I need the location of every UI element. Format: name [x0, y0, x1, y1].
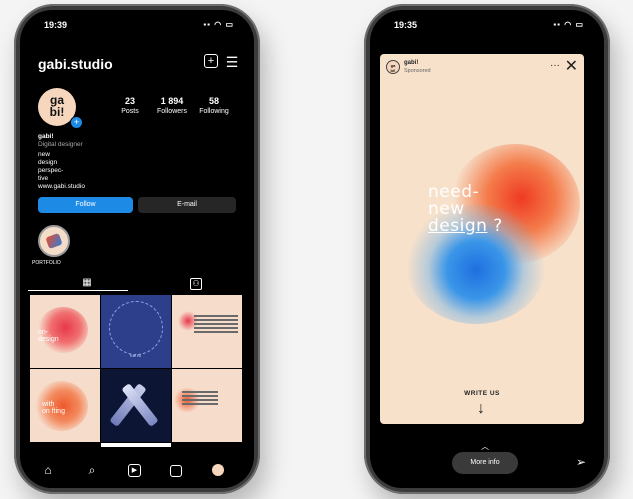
stat-posts-label: Posts — [121, 108, 139, 115]
dynamic-island — [457, 18, 517, 34]
bio-line: tive — [38, 175, 49, 182]
left-screen: 19:39 ▪▪ ◠ ▭ gabi.studio + ☰ ga bi! + 23… — [20, 10, 254, 488]
stat-posts-value: 23 — [124, 96, 135, 106]
post-tile[interactable] — [172, 369, 242, 442]
home-icon[interactable]: ⌂ — [40, 462, 56, 478]
post-tile[interactable] — [101, 369, 171, 442]
avatar-text: ga bi! — [49, 93, 65, 119]
arrow-down-icon: ↓ — [477, 400, 485, 417]
active-tab-indicator — [28, 290, 128, 291]
post-text-lines — [194, 315, 238, 317]
post-tile[interactable]: Træ Bl — [101, 295, 171, 368]
send-icon[interactable]: ➢ — [576, 455, 586, 469]
bottom-nav: ⌂ ⌕ ▶ — [20, 452, 254, 488]
more-info-button[interactable]: More info — [452, 452, 518, 474]
profile-header: gabi.studio + ☰ — [20, 50, 254, 78]
stat-following[interactable]: 58 Following — [192, 96, 236, 115]
post-tile[interactable] — [101, 443, 171, 447]
status-time: 19:35 — [394, 20, 418, 30]
highlight-label: PORTFOLIO — [32, 260, 61, 266]
grid-tab-icon[interactable]: ▦ — [80, 276, 94, 290]
headline-suffix: ? — [487, 216, 503, 236]
post-tile[interactable]: on- design — [30, 295, 100, 368]
bio-line: perspec- — [38, 167, 64, 174]
post-tile[interactable]: with on fting — [30, 369, 100, 442]
signal-icons: ▪▪ ◠ ▭ — [203, 20, 234, 29]
ad-headline: need- new design ? — [428, 184, 503, 235]
more-options-icon[interactable]: ··· — [550, 60, 560, 71]
post-tile-text: Træ Bl — [129, 353, 141, 358]
bio-name: gabi! — [38, 133, 54, 140]
profile-icon[interactable] — [212, 464, 224, 476]
bio-role: Digital designer — [38, 141, 83, 148]
close-icon[interactable]: ✕ — [565, 56, 578, 76]
highlight-portfolio[interactable] — [38, 225, 70, 257]
search-icon[interactable]: ⌕ — [84, 462, 100, 478]
post-tile-text: on- design — [38, 329, 59, 343]
post-blob — [178, 311, 198, 331]
shop-icon[interactable] — [170, 465, 182, 477]
post-tile-text: with on fting — [42, 401, 65, 415]
ad-avatar[interactable]: ga bi! — [386, 60, 400, 74]
write-us-cta[interactable]: WRITE US — [380, 390, 584, 397]
sponsored-label: Sponsored — [404, 68, 431, 74]
highlight-graphic — [45, 232, 63, 250]
stat-following-value: 58 — [208, 96, 219, 106]
stat-posts[interactable]: 23 Posts — [108, 96, 152, 115]
left-phone: 19:39 ▪▪ ◠ ▭ gabi.studio + ☰ ga bi! + 23… — [14, 4, 260, 494]
post-tile[interactable] — [172, 295, 242, 368]
right-screen: 19:35 ▪▪ ◠ ▭ ga bi! gabi! Sponsored ··· ✕… — [370, 10, 604, 488]
username: gabi.studio — [38, 56, 113, 72]
add-icon[interactable]: + — [204, 54, 218, 68]
bio-link[interactable]: www.gabi.studio — [38, 183, 158, 191]
sponsored-story[interactable]: ga bi! gabi! Sponsored ··· ✕ need- new de… — [380, 54, 584, 424]
add-story-icon[interactable]: + — [70, 116, 83, 129]
headline-underlined: design — [428, 216, 488, 236]
bio-line: new — [38, 151, 50, 158]
post-text-lines — [182, 391, 218, 393]
signal-icons: ▪▪ ◠ ▭ — [553, 20, 584, 29]
tagged-tab-icon[interactable]: ⚇ — [190, 278, 202, 290]
status-bar: 19:39 ▪▪ ◠ ▭ — [20, 10, 254, 36]
ad-account-name[interactable]: gabi! — [404, 60, 418, 66]
follow-button[interactable]: Follow — [38, 197, 133, 213]
dynamic-island — [107, 18, 167, 34]
status-time: 19:39 — [44, 20, 68, 30]
reels-icon[interactable]: ▶ — [128, 464, 141, 477]
stat-following-label: Following — [199, 108, 229, 115]
headline-line-3: design ? — [428, 218, 503, 235]
posts-grid: on- design Træ Bl with on fting — [30, 295, 243, 447]
status-bar: 19:35 ▪▪ ◠ ▭ — [370, 10, 604, 36]
menu-icon[interactable]: ☰ — [224, 54, 240, 70]
right-phone: 19:35 ▪▪ ◠ ▭ ga bi! gabi! Sponsored ··· ✕… — [364, 4, 610, 494]
post-circle-pattern — [109, 301, 163, 355]
chevron-up-icon: ︿ — [481, 442, 489, 451]
bio: gabi! Digital designer new design perspe… — [38, 133, 158, 191]
stat-followers[interactable]: 1 894 Followers — [150, 96, 194, 115]
bio-line: design — [38, 159, 58, 166]
stat-followers-label: Followers — [157, 108, 187, 115]
email-button[interactable]: E-mail — [138, 197, 236, 213]
stat-followers-value: 1 894 — [160, 96, 184, 106]
